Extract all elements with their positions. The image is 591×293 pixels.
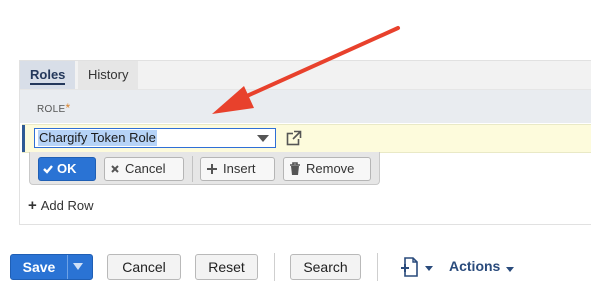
sublist-tabs: Roles History [20, 61, 591, 90]
plus-icon: + [28, 197, 37, 214]
cancel-row-button[interactable]: Cancel [104, 157, 184, 181]
x-icon [111, 165, 119, 173]
save-split-divider [67, 255, 68, 279]
insert-button[interactable]: Insert [200, 157, 275, 181]
save-button-group: Save [10, 254, 93, 280]
add-row-label: Add Row [40, 198, 94, 213]
tab-history-label: History [88, 67, 129, 82]
role-select-value: Chargify Token Role [38, 130, 157, 146]
footer-divider [274, 253, 275, 281]
role-select[interactable]: Chargify Token Role [34, 128, 276, 148]
edit-row-indicator [22, 125, 25, 152]
new-document-icon[interactable] [400, 256, 420, 278]
footer-divider [377, 253, 378, 281]
reset-button[interactable]: Reset [195, 254, 258, 280]
save-button[interactable]: Save [11, 255, 67, 279]
caret-down-icon[interactable] [506, 267, 514, 272]
tab-roles-label: Roles [30, 67, 66, 85]
tab-history[interactable]: History [78, 61, 139, 89]
actions-menu[interactable]: Actions [449, 258, 500, 274]
column-header-row: ROLE* [20, 90, 591, 123]
insert-button-label: Insert [223, 161, 256, 176]
add-row-button[interactable]: + Add Row [28, 197, 94, 214]
cancel-button[interactable]: Cancel [107, 254, 181, 280]
ok-button[interactable]: OK [38, 157, 96, 181]
roles-sublist: Roles History ROLE* Chargify Token Role … [19, 60, 591, 225]
check-icon [43, 165, 53, 174]
row-action-toolbar: OK Cancel Insert Remove [29, 152, 380, 185]
tab-roles[interactable]: Roles [20, 61, 76, 89]
search-button[interactable]: Search [290, 254, 361, 280]
remove-button-label: Remove [306, 161, 355, 176]
caret-down-icon[interactable] [425, 266, 433, 271]
edit-row: Chargify Token Role [22, 124, 591, 153]
column-header-label: ROLE [37, 104, 66, 115]
required-marker: * [65, 101, 71, 115]
trash-icon [290, 162, 300, 175]
ok-button-label: OK [57, 161, 77, 176]
chevron-down-icon[interactable] [257, 135, 269, 142]
save-dropdown-icon[interactable] [73, 263, 83, 270]
toolbar-divider [192, 156, 193, 182]
remove-button[interactable]: Remove [283, 157, 371, 181]
plus-icon [207, 164, 217, 174]
column-header-role[interactable]: ROLE* [37, 101, 70, 115]
external-link-icon[interactable] [286, 130, 302, 146]
cancel-row-button-label: Cancel [125, 161, 166, 176]
